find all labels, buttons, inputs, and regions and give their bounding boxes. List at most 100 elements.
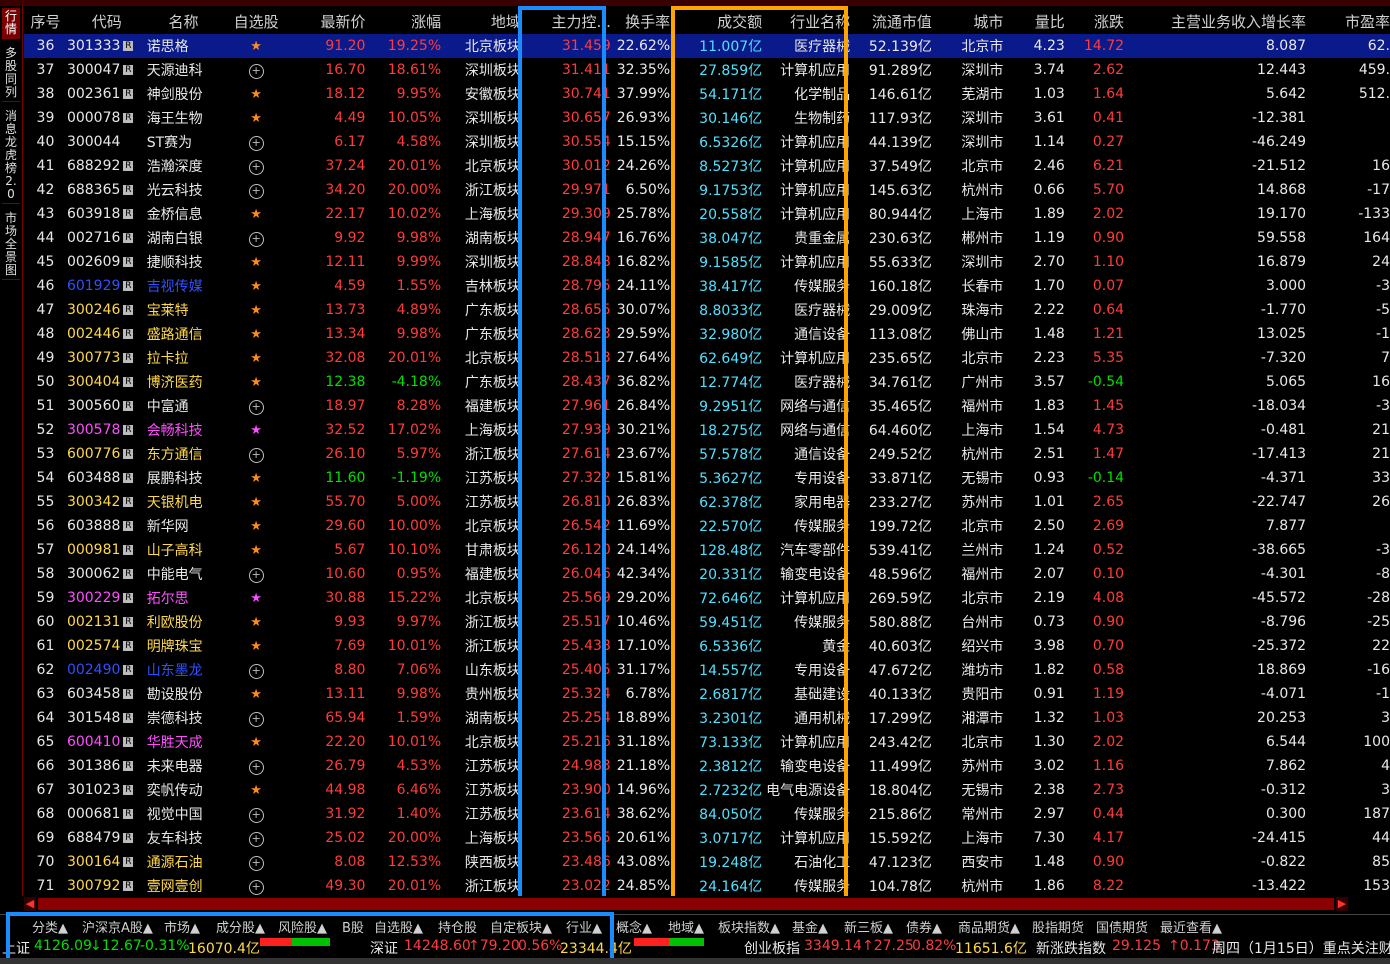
watchlist-cell[interactable]: + bbox=[220, 754, 292, 778]
watchlist-star-icon[interactable]: ★ bbox=[250, 591, 262, 606]
col-header-4[interactable]: 最新价 bbox=[292, 8, 365, 34]
watchlist-cell[interactable]: ★ bbox=[220, 610, 292, 634]
add-watchlist-icon[interactable]: + bbox=[248, 711, 264, 727]
watchlist-cell[interactable]: ★ bbox=[220, 490, 292, 514]
bottom-tab-13[interactable]: 基金▲ bbox=[792, 917, 828, 936]
watchlist-cell[interactable]: + bbox=[220, 154, 292, 178]
watchlist-cell[interactable]: ★ bbox=[220, 274, 292, 298]
add-watchlist-icon[interactable]: + bbox=[248, 447, 264, 463]
watchlist-star-icon[interactable]: ★ bbox=[250, 687, 262, 702]
watchlist-star-icon[interactable]: ★ bbox=[250, 471, 262, 486]
left-tab-0[interactable]: 行情 bbox=[2, 8, 20, 39]
bottom-tab-11[interactable]: 地域▲ bbox=[668, 917, 704, 936]
watchlist-star-icon[interactable]: ★ bbox=[250, 303, 262, 318]
watchlist-cell[interactable]: ★ bbox=[220, 730, 292, 754]
add-watchlist-icon[interactable]: + bbox=[248, 231, 264, 247]
col-header-14[interactable]: 涨跌 bbox=[1065, 8, 1124, 34]
watchlist-cell[interactable]: + bbox=[220, 442, 292, 466]
watchlist-star-icon[interactable]: ★ bbox=[250, 639, 262, 654]
watchlist-star-icon[interactable]: ★ bbox=[250, 735, 262, 750]
col-header-6[interactable]: 地域 bbox=[441, 8, 521, 34]
col-header-12[interactable]: 城市 bbox=[932, 8, 1003, 34]
bottom-tab-18[interactable]: 国债期货 bbox=[1096, 917, 1148, 936]
col-header-5[interactable]: 涨幅 bbox=[365, 8, 441, 34]
watchlist-cell[interactable]: ★ bbox=[220, 586, 292, 610]
bottom-tab-15[interactable]: 债券▲ bbox=[906, 917, 942, 936]
bottom-tab-12[interactable]: 板块指数▲ bbox=[718, 917, 780, 936]
watchlist-cell[interactable]: ★ bbox=[220, 202, 292, 226]
bottom-tab-17[interactable]: 股指期货 bbox=[1032, 917, 1084, 936]
scroll-left-icon[interactable]: ◀ bbox=[24, 897, 36, 911]
col-header-13[interactable]: 量比 bbox=[1003, 8, 1065, 34]
watchlist-cell[interactable]: ★ bbox=[220, 778, 292, 802]
watchlist-cell[interactable]: + bbox=[220, 178, 292, 202]
watchlist-star-icon[interactable]: ★ bbox=[250, 495, 262, 510]
watchlist-cell[interactable]: ★ bbox=[220, 538, 292, 562]
watchlist-cell[interactable]: ★ bbox=[220, 514, 292, 538]
watchlist-star-icon[interactable]: ★ bbox=[250, 111, 262, 126]
watchlist-cell[interactable]: + bbox=[220, 562, 292, 586]
watchlist-star-icon[interactable]: ★ bbox=[250, 543, 262, 558]
add-watchlist-icon[interactable]: + bbox=[248, 807, 264, 823]
watchlist-star-icon[interactable]: ★ bbox=[250, 375, 262, 390]
add-watchlist-icon[interactable]: + bbox=[248, 831, 264, 847]
col-header-2[interactable]: 名称 bbox=[147, 8, 221, 34]
add-watchlist-icon[interactable]: + bbox=[248, 159, 264, 175]
left-tab-2[interactable]: 消息龙虎榜2.0 bbox=[2, 108, 20, 204]
watchlist-star-icon[interactable]: ★ bbox=[250, 615, 262, 630]
col-header-3[interactable]: 自选股 bbox=[220, 8, 292, 34]
bottom-tab-10[interactable]: 概念▲ bbox=[616, 917, 652, 936]
watchlist-cell[interactable]: ★ bbox=[220, 298, 292, 322]
watchlist-cell[interactable]: ★ bbox=[220, 466, 292, 490]
watchlist-star-icon[interactable]: ★ bbox=[250, 39, 262, 54]
watchlist-cell[interactable]: + bbox=[220, 706, 292, 730]
scroll-track[interactable] bbox=[38, 898, 1334, 910]
add-watchlist-icon[interactable]: + bbox=[248, 759, 264, 775]
watchlist-cell[interactable]: + bbox=[220, 874, 292, 898]
watchlist-star-icon[interactable]: ★ bbox=[250, 207, 262, 222]
add-watchlist-icon[interactable]: + bbox=[248, 663, 264, 679]
watchlist-cell[interactable]: ★ bbox=[220, 682, 292, 706]
add-watchlist-icon[interactable]: + bbox=[248, 855, 264, 871]
watchlist-star-icon[interactable]: ★ bbox=[250, 279, 262, 294]
col-header-8[interactable]: 换手率 bbox=[611, 8, 670, 34]
watchlist-cell[interactable]: + bbox=[220, 130, 292, 154]
add-watchlist-icon[interactable]: + bbox=[248, 183, 264, 199]
add-watchlist-icon[interactable]: + bbox=[248, 135, 264, 151]
watchlist-star-icon[interactable]: ★ bbox=[250, 423, 262, 438]
bottom-tab-14[interactable]: 新三板▲ bbox=[844, 917, 893, 936]
watchlist-star-icon[interactable]: ★ bbox=[250, 519, 262, 534]
horizontal-scrollbar[interactable]: ◀ ▶ bbox=[24, 896, 1390, 912]
col-header-0[interactable]: 序号 bbox=[24, 8, 67, 34]
watchlist-star-icon[interactable]: ★ bbox=[250, 351, 262, 366]
add-watchlist-icon[interactable]: + bbox=[248, 399, 264, 415]
col-header-16[interactable]: 市盈率 bbox=[1306, 8, 1390, 34]
add-watchlist-icon[interactable]: + bbox=[248, 63, 264, 79]
watchlist-star-icon[interactable]: ★ bbox=[250, 783, 262, 798]
watchlist-star-icon[interactable]: ★ bbox=[250, 255, 262, 270]
watchlist-cell[interactable]: ★ bbox=[220, 418, 292, 442]
watchlist-cell[interactable]: + bbox=[220, 226, 292, 250]
watchlist-cell[interactable]: + bbox=[220, 850, 292, 874]
watchlist-cell[interactable]: + bbox=[220, 394, 292, 418]
watchlist-cell[interactable]: ★ bbox=[220, 106, 292, 130]
watchlist-cell[interactable]: ★ bbox=[220, 322, 292, 346]
watchlist-star-icon[interactable]: ★ bbox=[250, 87, 262, 102]
watchlist-cell[interactable]: ★ bbox=[220, 250, 292, 274]
bottom-tab-16[interactable]: 商品期货▲ bbox=[958, 917, 1020, 936]
news-ticker[interactable]: 周四（1月15日）重点关注财经 bbox=[1212, 938, 1390, 958]
bottom-tab-19[interactable]: 最近查看▲ bbox=[1160, 917, 1222, 936]
watchlist-cell[interactable]: + bbox=[220, 802, 292, 826]
watchlist-cell[interactable]: ★ bbox=[220, 82, 292, 106]
col-header-11[interactable]: 流通市值 bbox=[850, 8, 932, 34]
watchlist-cell[interactable]: ★ bbox=[220, 346, 292, 370]
watchlist-cell[interactable]: ★ bbox=[220, 34, 292, 58]
watchlist-cell[interactable]: ★ bbox=[220, 634, 292, 658]
col-header-15[interactable]: 主营业务收入增长率 bbox=[1124, 8, 1306, 34]
add-watchlist-icon[interactable]: + bbox=[248, 879, 264, 895]
watchlist-cell[interactable]: ★ bbox=[220, 370, 292, 394]
add-watchlist-icon[interactable]: + bbox=[248, 567, 264, 583]
watchlist-cell[interactable]: + bbox=[220, 658, 292, 682]
watchlist-star-icon[interactable]: ★ bbox=[250, 327, 262, 342]
left-tab-3[interactable]: 市场全景图 bbox=[2, 210, 20, 280]
